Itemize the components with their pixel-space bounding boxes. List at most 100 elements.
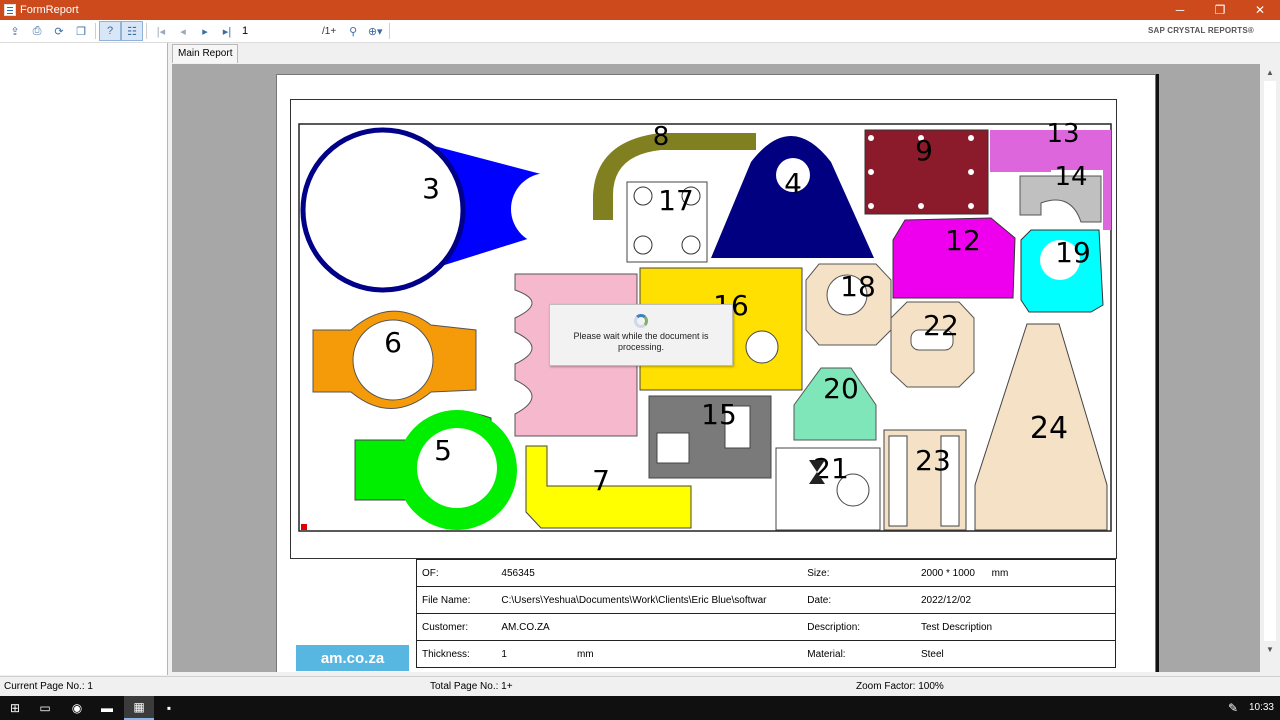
value-date: 2022/12/02 [915,586,1116,614]
value-customer: AM.CO.ZA [496,613,803,641]
table-row: Customer: AM.CO.ZA Description: Test Des… [416,613,1116,641]
table-row: File Name: C:\Users\Yeshua\Documents\Wor… [416,586,1116,614]
value-description: Test Description [915,613,1116,641]
export-icon[interactable]: ⇪ [4,21,26,41]
maximize-button[interactable]: ❐ [1200,0,1240,20]
svg-text:24: 24 [1030,411,1068,446]
chrome-icon[interactable]: ◉ [62,696,92,720]
unit-size: mm [991,567,1009,579]
label-description: Description: [802,613,916,641]
scroll-down-icon[interactable]: ▼ [1260,641,1280,658]
report-page: 3 8 17 4 9 13 14 12 19 6 18 22 20 15 5 7… [276,74,1156,672]
svg-text:8: 8 [653,122,670,152]
find-binoculars-icon[interactable]: ⚲ [342,21,364,41]
toolbar-separator [95,23,96,39]
company-logo: am.co.za [296,645,409,671]
file-explorer-icon[interactable]: ▬ [92,696,122,720]
zoom-icon[interactable]: ⊕▾ [364,21,386,41]
previous-page-icon[interactable]: ◂ [172,21,194,41]
scroll-thumb[interactable] [1264,81,1276,641]
task-view-icon[interactable]: ▭ [30,696,60,720]
start-windows-icon[interactable]: ⊞ [0,696,30,720]
refresh-icon[interactable]: ⟳ [48,21,70,41]
report-viewer[interactable]: 3 8 17 4 9 13 14 12 19 6 18 22 20 15 5 7… [172,64,1260,672]
current-page-status: Current Page No.: 1 [4,681,93,692]
part-21: 21 [775,447,881,531]
report-toolbar: ⇪ ⎙ ⟳ ❐ ? ☷ |◂ ◂ ▸ ▸| /1+ ⚲ ⊕▾ SAP CRYST… [0,20,1280,43]
label-thickness: Thickness: [416,640,497,668]
value-filename: C:\Users\Yeshua\Documents\Work\Clients\E… [496,586,803,614]
part-17: 17 [626,181,708,263]
processing-dialog: Please wait while the document is proces… [549,304,733,366]
svg-text:14: 14 [1054,162,1087,192]
label-date: Date: [802,586,916,614]
taskbar-clock[interactable]: 10:33 [1249,702,1274,713]
last-page-icon[interactable]: ▸| [216,21,238,41]
part-12: 12 [892,217,1016,299]
status-bar: Current Page No.: 1 Total Page No.: 1+ Z… [0,676,1280,696]
svg-text:7: 7 [592,464,610,497]
group-tree-panel[interactable] [0,43,168,675]
table-row: OF: 456345 Size: 2000 * 1000 mm [416,559,1116,587]
label-size: Size: [802,559,916,587]
label-of: OF: [416,559,497,587]
windows-taskbar: ⊞ ▭ ◉ ▬ ▦ ▪ ✎ 10:33 [0,696,1280,720]
svg-text:5: 5 [434,434,452,467]
sap-crystal-brand: SAP CRYSTAL REPORTS® [1147,26,1254,35]
svg-text:6: 6 [384,326,402,359]
svg-text:22: 22 [923,309,959,342]
pdf-app-icon[interactable]: ▪ [154,696,184,720]
svg-text:15: 15 [701,398,737,431]
part-18: 18 [805,263,892,346]
svg-text:19: 19 [1055,236,1091,269]
part-15: 15 [648,395,772,479]
report-tab-strip: Main Report [168,43,1280,64]
first-page-icon[interactable]: |◂ [150,21,172,41]
minimize-button[interactable]: ─ [1160,0,1200,20]
close-button[interactable]: ✕ [1240,0,1280,20]
part-19: 19 [1020,229,1104,313]
value-size: 2000 * 1000 [920,567,975,579]
total-page-status: Total Page No.: 1+ [430,681,513,692]
svg-text:9: 9 [915,134,933,167]
unit-thickness: mm [576,648,594,660]
value-material: Steel [915,640,1116,668]
toolbar-separator [389,23,391,39]
svg-text:20: 20 [823,372,859,405]
svg-text:12: 12 [945,224,981,257]
value-thickness: 1 [501,648,507,660]
part-label: 3 [422,172,440,205]
next-page-icon[interactable]: ▸ [194,21,216,41]
label-filename: File Name: [416,586,497,614]
toggle-group-tree-icon[interactable]: ☷ [121,21,143,41]
formreport-app-icon[interactable]: ▦ [124,696,154,720]
zoom-status: Zoom Factor: 100% [856,681,944,692]
svg-text:23: 23 [915,444,951,477]
tab-main-report[interactable]: Main Report [172,44,239,63]
svg-text:18: 18 [840,270,876,303]
print-icon[interactable]: ⎙ [26,21,48,41]
value-of: 456345 [496,559,803,587]
toggle-parameter-panel-icon[interactable]: ? [99,21,121,41]
svg-text:4: 4 [784,167,802,200]
scroll-up-icon[interactable]: ▲ [1260,64,1280,81]
form-app-icon [4,4,16,16]
svg-text:13: 13 [1046,119,1079,149]
page-number-input[interactable] [240,22,322,40]
label-customer: Customer: [416,613,497,641]
pen-icon[interactable]: ✎ [1218,696,1248,720]
loading-spinner-icon [634,314,648,328]
part-23: 23 [883,429,967,531]
origin-marker [301,524,307,530]
svg-text:17: 17 [658,184,694,217]
title-bar: FormReport ─ ❐ ✕ [0,0,1280,20]
copy-icon[interactable]: ❐ [70,21,92,41]
toolbar-separator [146,23,147,39]
label-material: Material: [802,640,916,668]
part-22: 22 [890,301,975,388]
part-9: 9 [864,129,989,215]
window-title: FormReport [20,4,79,16]
table-row: Thickness: 1 mm Material: Steel [416,640,1116,668]
page-total-label: /1+ [322,25,337,37]
vertical-scrollbar[interactable]: ▲ ▼ [1260,64,1280,672]
